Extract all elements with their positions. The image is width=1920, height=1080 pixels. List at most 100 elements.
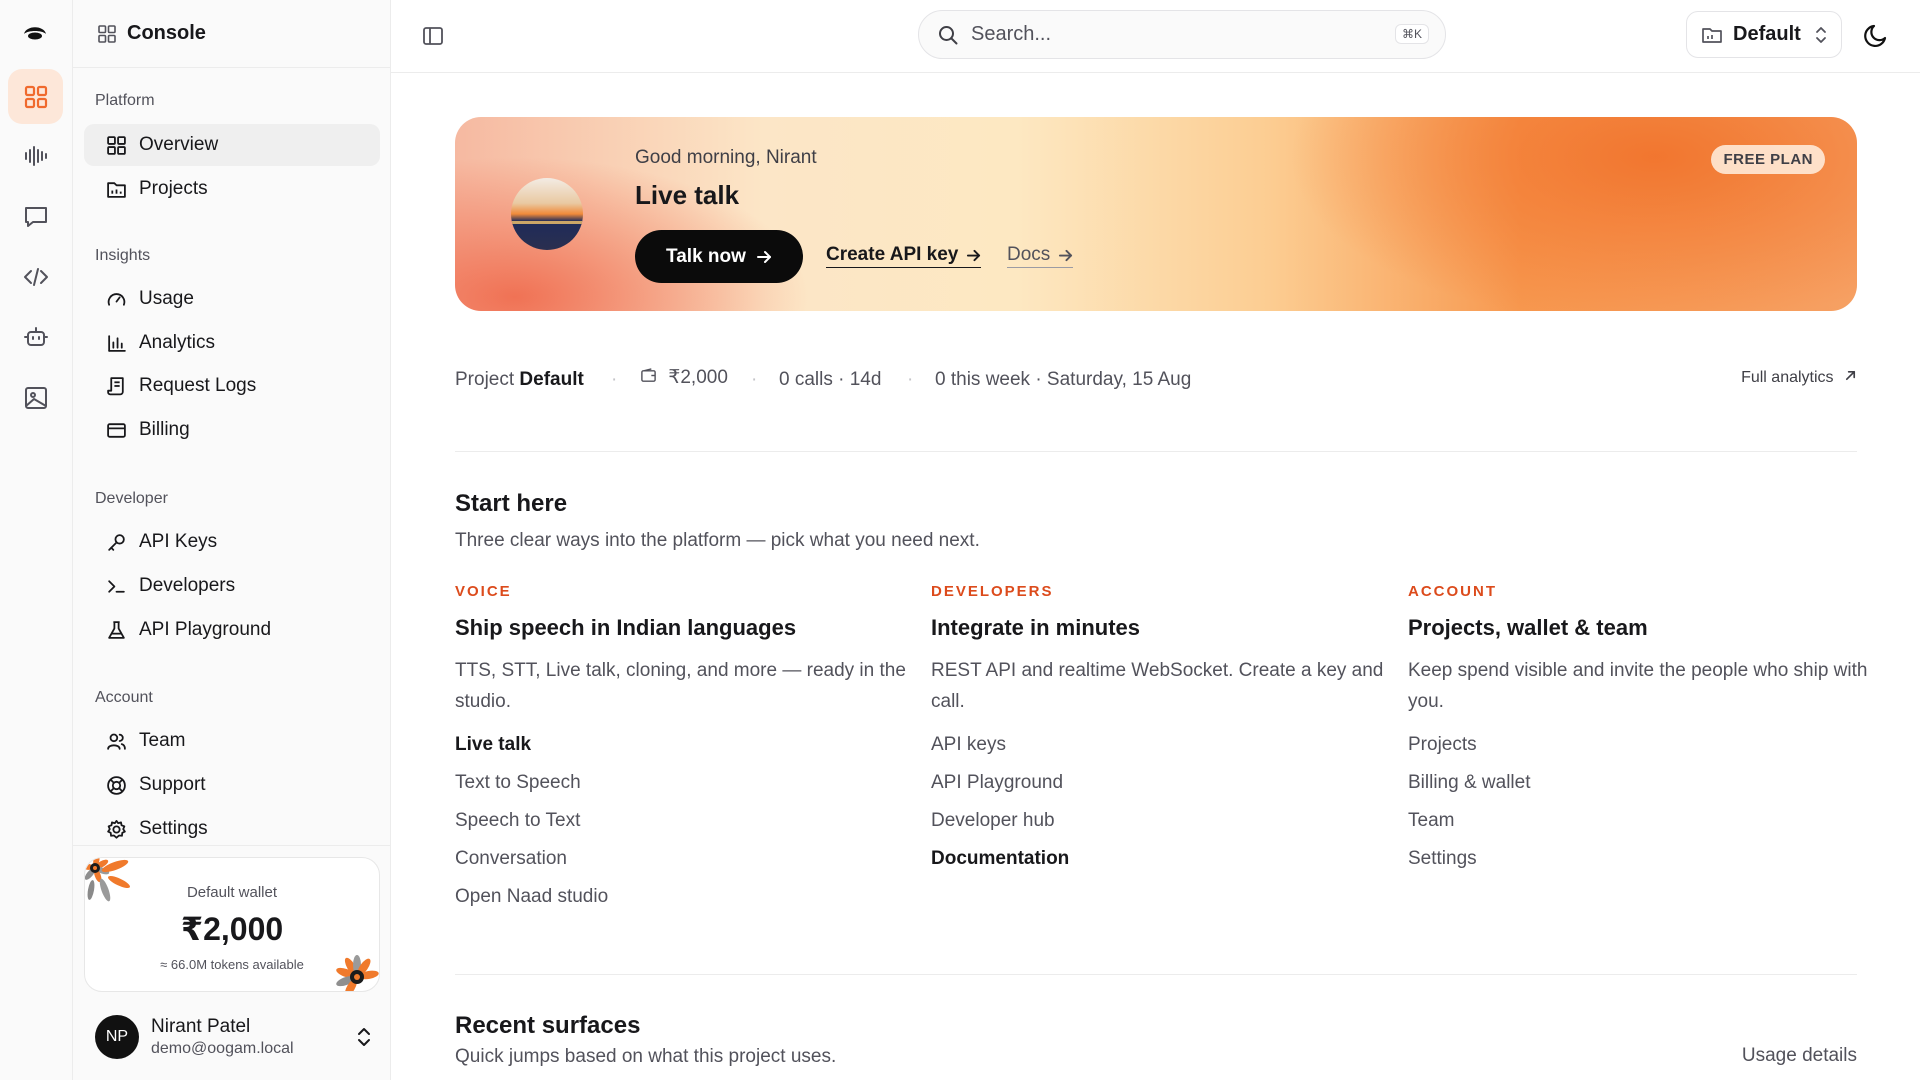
sidebar-item-overview[interactable]: Overview [84,124,380,166]
hero-banner: Good morning, Nirant Live talk Talk now … [455,117,1857,311]
sidebar-item-label: Projects [139,178,208,199]
start-here-title: Start here [455,490,568,517]
link-speech-to-text[interactable]: Speech to Text [455,810,895,848]
moon-icon[interactable] [1862,20,1892,50]
wallet-stat-value: ₹2,000 [668,367,728,388]
link-billing-wallet[interactable]: Billing & wallet [1408,772,1848,810]
sidebar-item-label: Support [139,774,206,795]
sidebar-item-label: Developers [139,575,236,596]
key-icon [108,533,125,551]
search-input[interactable] [971,23,1371,46]
developers-description: REST API and realtime WebSocket. Create … [931,660,1384,712]
separator-dot: · [907,369,914,390]
rail-chat-button[interactable] [8,189,63,244]
link-open-naad-studio[interactable]: Open Naad studio [455,886,895,924]
talk-now-button[interactable]: Talk now [635,230,803,283]
sidebar-item-developers[interactable]: Developers [84,565,380,607]
user-menu[interactable]: NP Nirant Patel demo@oogam.local [95,1012,385,1062]
user-name: Nirant Patel [151,1016,251,1037]
sidebar-header: Console [73,0,390,68]
sidebar-item-api-playground[interactable]: API Playground [84,609,380,651]
sidebar-item-team[interactable]: Team [84,720,380,762]
developers-column: DEVELOPERS Integrate in minutes REST API… [931,583,1383,886]
wallet-stat: ₹2,000 [640,366,728,389]
docs-label: Docs [1007,244,1051,265]
separator-dot: · [751,369,758,390]
talk-now-label: Talk now [666,245,746,267]
sidebar-item-projects[interactable]: Projects [84,168,380,210]
sidebar-item-api-keys[interactable]: API Keys [84,521,380,563]
hero-title: Live talk [635,180,740,210]
sidebar-item-billing[interactable]: Billing [84,409,380,451]
rail-dashboard-button[interactable] [8,69,63,124]
credit-card-icon [107,422,126,438]
create-api-key-label: Create API key [826,244,959,265]
sidebar-item-analytics[interactable]: Analytics [84,322,380,364]
sidebar-item-request-logs[interactable]: Request Logs [84,365,380,407]
arrow-right-icon [756,250,771,263]
account-description: Keep spend visible and invite the people… [1408,660,1868,712]
project-selector[interactable]: Default [1686,11,1842,58]
flask-icon [108,620,125,639]
start-here-subtitle: Three clear ways into the platform — pic… [455,530,980,551]
create-api-key-link[interactable]: Create API key [826,244,982,268]
search-shortcut: ⌘K [1394,24,1429,44]
project-stat: Project Default [455,369,584,391]
account-kicker: ACCOUNT [1408,583,1497,600]
arrow-up-right-icon [1845,370,1856,381]
wallet-card[interactable]: Default wallet ₹2,000 ≈ 66.0M tokens ava… [84,857,380,992]
search-bar[interactable]: ⌘K [918,10,1446,59]
recent-surfaces-title: Recent surfaces [455,1012,641,1039]
project-selector-value: Default [1733,23,1801,45]
full-analytics-label: Full analytics [1741,369,1834,386]
gear-icon [107,819,126,839]
sidebar-toggle-icon [423,27,443,45]
voice-title: Ship speech in Indian languages [455,615,797,640]
sidebar: Console Platform Overview Projects Insig… [73,0,391,1080]
separator-dot: · [611,369,618,390]
voice-column: VOICE Ship speech in Indian languages TT… [455,583,906,924]
sunset-orb-icon [511,178,583,250]
usage-details-link[interactable]: Usage details [1742,1045,1857,1067]
sidebar-item-label: Billing [139,419,190,440]
lifebuoy-icon [107,775,126,795]
hero-greeting: Good morning, Nirant [635,147,817,168]
link-api-keys[interactable]: API keys [931,734,1371,772]
rail-voice-button[interactable] [8,128,63,183]
account-column: ACCOUNT Projects, wallet & team Keep spe… [1408,583,1867,886]
sidebar-item-label: Usage [139,288,194,309]
week-stat: 0 this week · Saturday, 15 Aug [935,369,1192,390]
section-label-developer: Developer [95,490,168,507]
rail-image-button[interactable] [8,370,63,425]
developers-title: Integrate in minutes [931,615,1141,640]
wallet-icon [641,368,656,382]
full-analytics-link[interactable]: Full analytics [1741,369,1857,387]
link-conversation[interactable]: Conversation [455,848,895,886]
rail-code-button[interactable] [8,249,63,304]
sidebar-item-settings[interactable]: Settings [84,808,380,850]
users-icon [107,733,126,750]
link-team[interactable]: Team [1408,810,1848,848]
sidebar-item-label: Settings [139,818,208,839]
sidebar-item-label: Team [139,730,186,751]
console-title: Console [127,22,206,44]
sidebar-item-usage[interactable]: Usage [84,278,380,320]
terminal-icon [108,579,125,593]
section-label-platform: Platform [95,92,155,109]
toggle-sidebar-button[interactable] [419,22,447,50]
link-api-playground[interactable]: API Playground [931,772,1371,810]
link-developer-hub[interactable]: Developer hub [931,810,1371,848]
link-settings[interactable]: Settings [1408,848,1848,886]
sidebar-item-support[interactable]: Support [84,764,380,806]
link-documentation[interactable]: Documentation [931,848,1371,886]
wallet-label: Default wallet [186,884,278,901]
docs-link[interactable]: Docs [1007,244,1074,268]
link-text-to-speech[interactable]: Text to Speech [455,772,895,810]
rail-bot-button[interactable] [8,309,63,364]
link-live-talk[interactable]: Live talk [455,734,895,772]
robot-icon [23,326,48,346]
brand-logo-icon[interactable] [21,19,49,47]
avatar: NP [95,1015,139,1059]
link-projects[interactable]: Projects [1408,734,1848,772]
bar-chart-icon [108,334,126,352]
